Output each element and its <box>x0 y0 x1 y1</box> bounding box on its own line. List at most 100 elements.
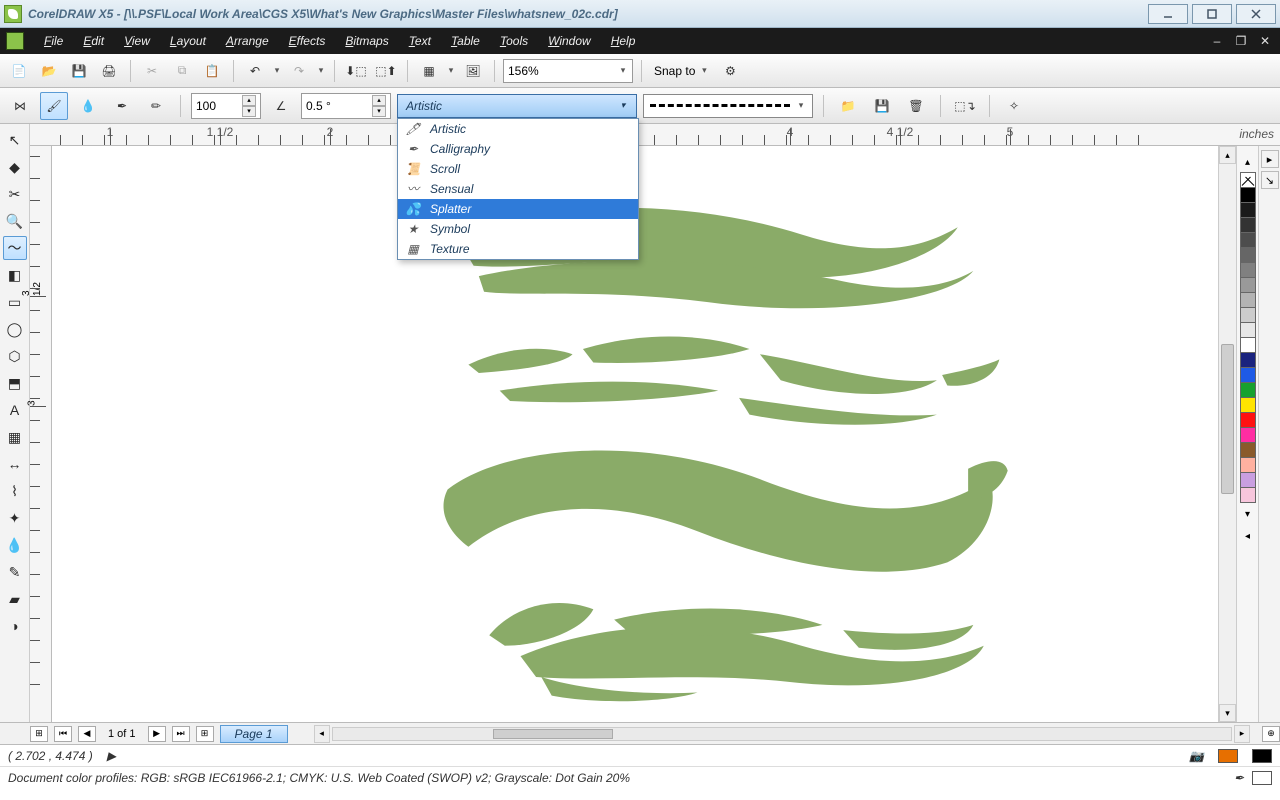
scroll-left-button[interactable]: ◂ <box>314 725 330 743</box>
add-page-after-button[interactable]: ⊞ <box>196 726 214 742</box>
menu-edit[interactable]: Edit <box>73 31 114 51</box>
preset-button[interactable]: ⋈ <box>6 92 34 120</box>
minimize-button[interactable] <box>1148 4 1188 24</box>
swatch-40k[interactable] <box>1240 277 1256 293</box>
browse-button[interactable]: 📁 <box>834 92 862 120</box>
menu-view[interactable]: View <box>114 31 160 51</box>
no-outline-swatch[interactable] <box>1252 771 1272 785</box>
vertical-ruler[interactable]: 3 1/23 <box>30 146 52 722</box>
zoom-input[interactable] <box>508 64 568 78</box>
brush-option-artistic[interactable]: 🖊Artistic <box>398 119 638 139</box>
palette-flyout[interactable]: ◂ <box>1237 526 1258 546</box>
print-button[interactable]: 🖨 <box>96 58 122 84</box>
nib-size-field[interactable]: ▴▾ <box>191 93 261 119</box>
swatch-blue-dark[interactable] <box>1240 352 1256 368</box>
swatch-salmon[interactable] <box>1240 457 1256 473</box>
menu-layout[interactable]: Layout <box>160 31 216 51</box>
swatch-white[interactable] <box>1240 337 1256 353</box>
pressure-mode-button[interactable]: ✏ <box>142 92 170 120</box>
menu-window[interactable]: Window <box>538 31 601 51</box>
scroll-down-button[interactable]: ▾ <box>1219 704 1236 722</box>
scroll-right-button[interactable]: ▸ <box>1234 725 1250 743</box>
swatch-80k[interactable] <box>1240 217 1256 233</box>
tool-basic-shapes[interactable]: ⬒ <box>3 371 27 395</box>
palette-scroll-up[interactable]: ▴ <box>1237 152 1258 172</box>
swatch-magenta[interactable] <box>1240 427 1256 443</box>
swatch-green[interactable] <box>1240 382 1256 398</box>
copy-button[interactable]: ⧉ <box>169 58 195 84</box>
save-stroke-button[interactable]: 💾 <box>868 92 896 120</box>
delete-stroke-button[interactable]: 🗑 <box>902 92 930 120</box>
spin-down[interactable]: ▾ <box>372 106 386 117</box>
swatch-black[interactable] <box>1240 187 1256 203</box>
scroll-thumb[interactable] <box>493 729 613 739</box>
tool-ellipse[interactable]: ◯ <box>3 317 27 341</box>
menu-file[interactable]: File <box>34 31 73 51</box>
spin-up[interactable]: ▴ <box>242 95 256 106</box>
welcome-button[interactable]: 🖼 <box>460 58 486 84</box>
menu-tools[interactable]: Tools <box>490 31 538 51</box>
prev-page-button[interactable]: ◀ <box>78 726 96 742</box>
docker-expand-button[interactable]: ▸ <box>1261 150 1279 168</box>
brush-option-sensual[interactable]: 〰Sensual <box>398 179 638 199</box>
horizontal-scrollbar[interactable]: ◂ ▸ <box>314 725 1250 743</box>
undo-dropdown[interactable]: ▾ <box>272 65 282 76</box>
tool-text[interactable]: A <box>3 398 27 422</box>
swatch-20k[interactable] <box>1240 307 1256 323</box>
brush-option-calligraphy[interactable]: ✒Calligraphy <box>398 139 638 159</box>
chevron-down-icon[interactable]: ▾ <box>618 65 628 76</box>
brush-option-splatter[interactable]: 💦Splatter <box>398 199 638 219</box>
swatch-60k[interactable] <box>1240 247 1256 263</box>
tool-connector[interactable]: ⌇ <box>3 479 27 503</box>
import-button[interactable]: ⬇⬚ <box>343 58 369 84</box>
snap-to-menu[interactable]: Snap to ▾ <box>650 64 713 78</box>
brush-option-symbol[interactable]: ★Symbol <box>398 219 638 239</box>
app-launcher-button[interactable]: ▦ <box>416 58 442 84</box>
vertical-scrollbar[interactable]: ▴ ▾ <box>1218 146 1236 722</box>
swatch-brown[interactable] <box>1240 442 1256 458</box>
options-button[interactable]: ⚙ <box>717 58 743 84</box>
app-mini-icon[interactable] <box>6 32 24 50</box>
tool-interactive-fill[interactable]: ◑ <box>3 614 27 638</box>
export-button[interactable]: ⬚⬆ <box>373 58 399 84</box>
swatch-pale-pink[interactable] <box>1240 487 1256 503</box>
tool-dimension[interactable]: ↔ <box>3 452 27 476</box>
navigator-button[interactable]: ⊕ <box>1262 726 1280 742</box>
undo-button[interactable]: ↶ <box>242 58 268 84</box>
tool-table[interactable]: ▦ <box>3 425 27 449</box>
brush-option-texture[interactable]: ▦Texture <box>398 239 638 259</box>
swatch-lavender[interactable] <box>1240 472 1256 488</box>
bounding-box-button[interactable]: ✧ <box>1000 92 1028 120</box>
doc-restore-button[interactable]: ❐ <box>1232 34 1250 48</box>
swatch-blue[interactable] <box>1240 367 1256 383</box>
docker-arrow-button[interactable]: ↘ <box>1261 171 1279 189</box>
maximize-button[interactable] <box>1192 4 1232 24</box>
angle-input[interactable] <box>306 99 346 113</box>
swatch-yellow[interactable] <box>1240 397 1256 413</box>
swatch-none[interactable] <box>1240 172 1256 188</box>
brush-mode-button[interactable]: 🖌 <box>40 92 68 120</box>
fill-swatch[interactable] <box>1218 749 1238 763</box>
doc-close-button[interactable]: ✕ <box>1256 34 1274 48</box>
new-button[interactable]: 📄 <box>6 58 32 84</box>
brush-category-combo[interactable]: Artistic ▾ 🖊Artistic✒Calligraphy📜Scroll〰… <box>397 94 637 118</box>
swatch-90k[interactable] <box>1240 202 1256 218</box>
wrap-button[interactable]: ⬚↴ <box>951 92 979 120</box>
tool-freehand[interactable]: 〜 <box>3 236 27 260</box>
swatch-30k[interactable] <box>1240 292 1256 308</box>
close-button[interactable] <box>1236 4 1276 24</box>
palette-scroll-down[interactable]: ▾ <box>1237 504 1258 524</box>
first-page-button[interactable]: ⏮ <box>54 726 72 742</box>
tool-outline[interactable]: ✎ <box>3 560 27 584</box>
tool-interactive[interactable]: ✦ <box>3 506 27 530</box>
menu-help[interactable]: Help <box>601 31 646 51</box>
tool-crop[interactable]: ✂ <box>3 182 27 206</box>
sprayer-mode-button[interactable]: 💧 <box>74 92 102 120</box>
scroll-thumb[interactable] <box>1221 344 1234 494</box>
redo-dropdown[interactable]: ▾ <box>316 65 326 76</box>
app-launcher-dropdown[interactable]: ▾ <box>446 65 456 76</box>
add-page-before-button[interactable]: ⊞ <box>30 726 48 742</box>
doc-minimize-button[interactable]: – <box>1208 34 1226 48</box>
paste-button[interactable]: 📋 <box>199 58 225 84</box>
redo-button[interactable]: ↷ <box>286 58 312 84</box>
